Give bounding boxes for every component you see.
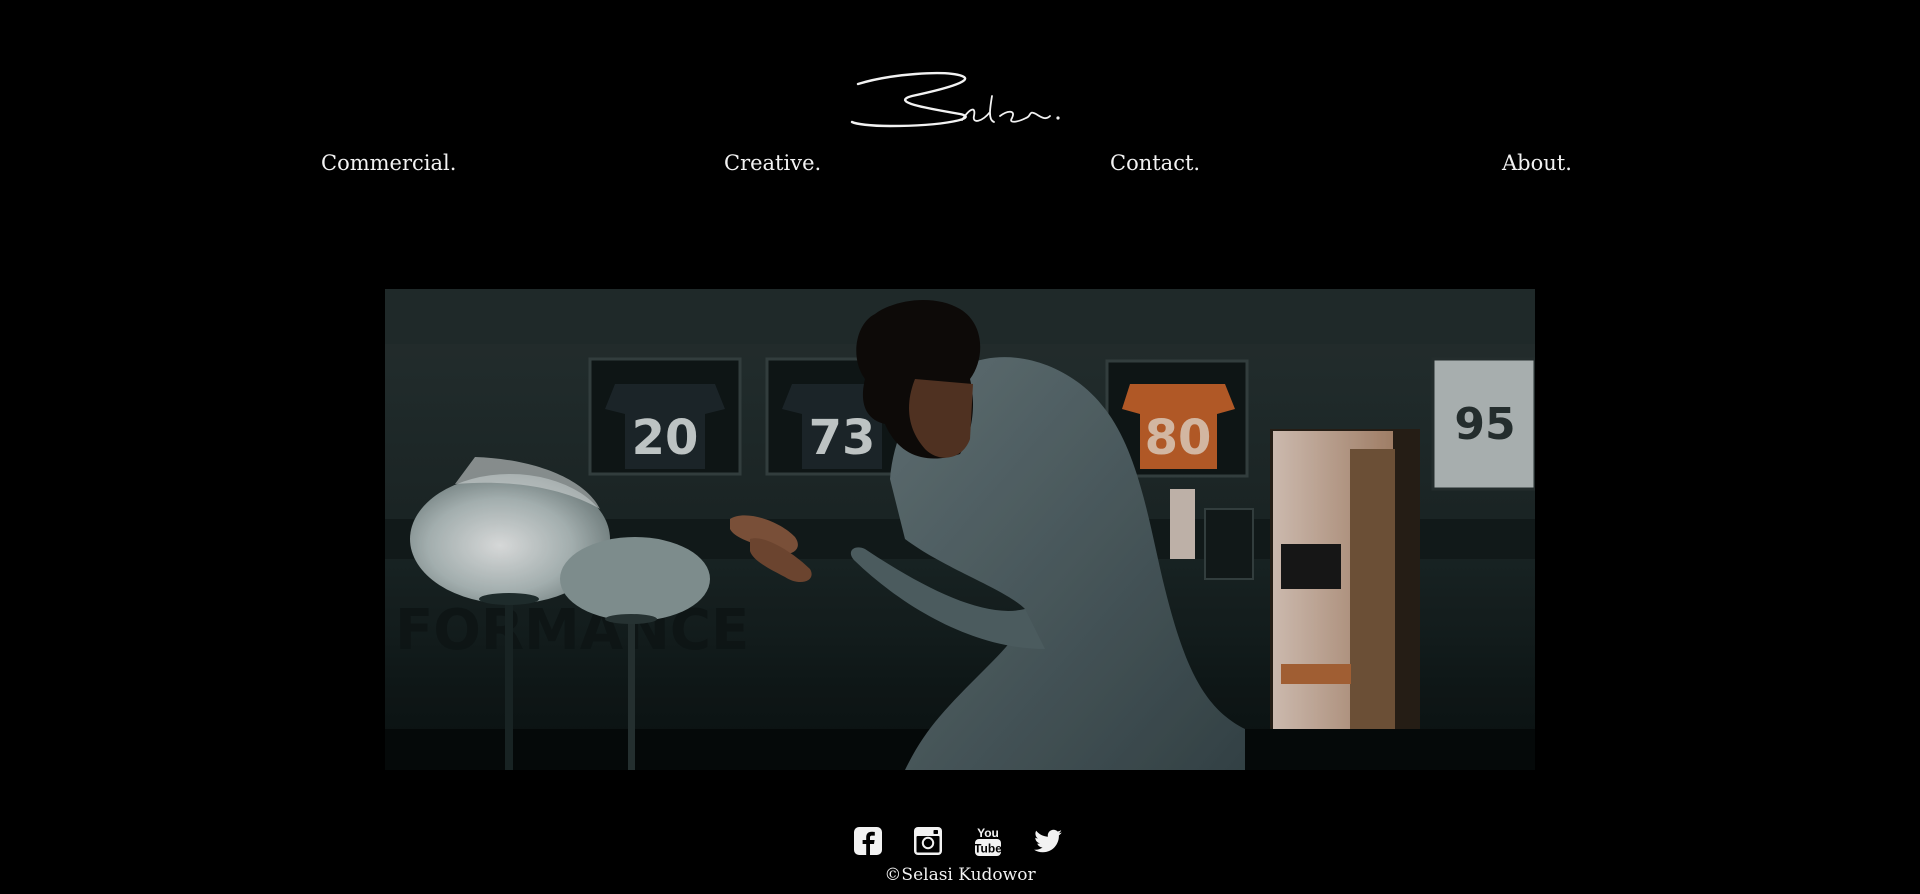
logo-signature[interactable] [850, 66, 1065, 132]
copyright-text: ©Selasi Kudowor [884, 865, 1036, 885]
signature-graphic [850, 72, 1060, 128]
nav-creative[interactable]: Creative. [724, 150, 821, 176]
youtube-text-bottom: Tube [974, 842, 1002, 856]
hero-image[interactable]: 20 73 80 95 FORMANCE [385, 289, 1535, 770]
instagram-icon[interactable] [912, 825, 944, 857]
nav-about[interactable]: About. [1502, 150, 1572, 176]
main-nav: Commercial. Creative. Contact. About. [0, 150, 1920, 180]
nav-contact[interactable]: Contact. [1110, 150, 1200, 176]
hero-scene: 20 73 80 95 FORMANCE [385, 289, 1535, 770]
nav-commercial[interactable]: Commercial. [321, 150, 456, 176]
youtube-text-top: You [977, 826, 999, 840]
facebook-icon[interactable] [852, 825, 884, 857]
twitter-icon[interactable] [1032, 825, 1064, 857]
youtube-icon[interactable]: You Tube [972, 825, 1004, 857]
social-links: You Tube [852, 825, 1072, 859]
